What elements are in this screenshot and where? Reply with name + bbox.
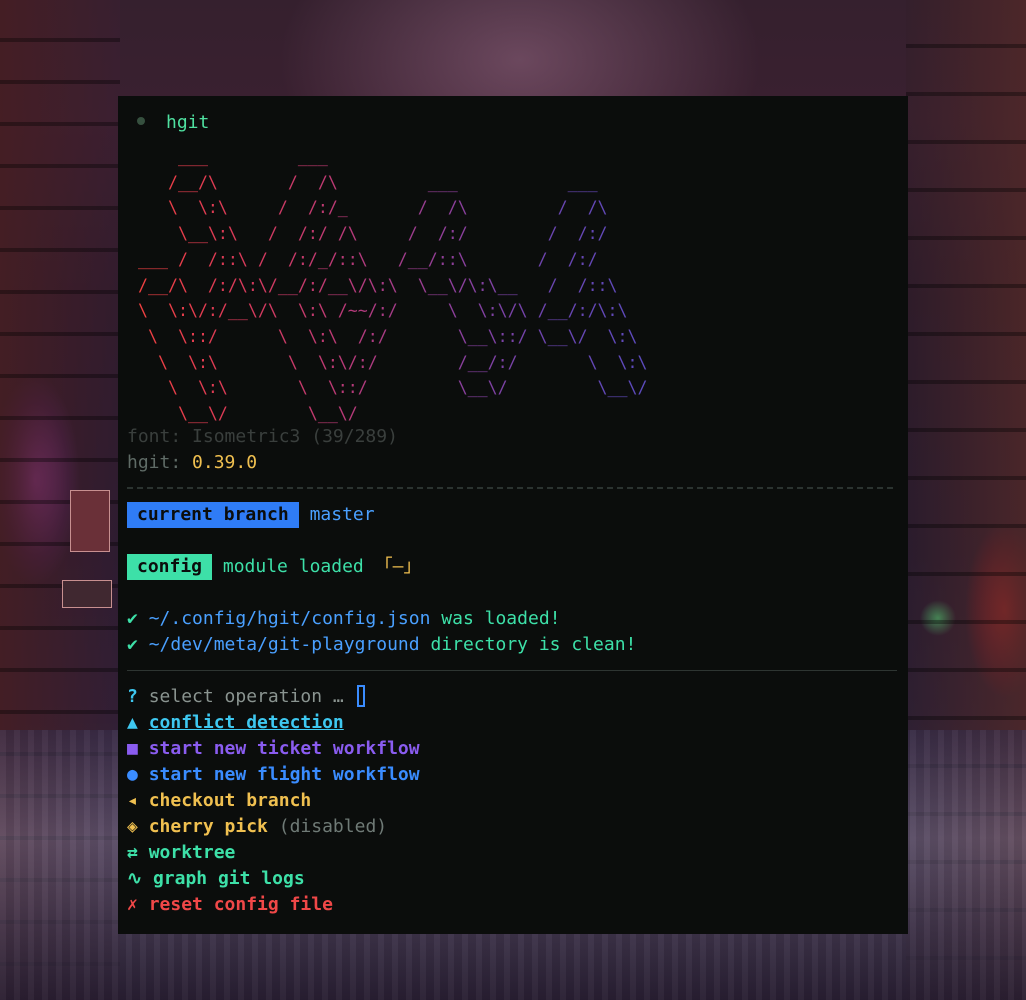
wallpaper-neon-sign [70,490,110,552]
ascii-art-row: \ \:\/:/__\/\ \:\ /~~/:/ \ \:\/\ /__/:/\… [138,301,658,321]
menu-item-icon: ∿ [127,868,143,889]
version-value: 0.39.0 [192,452,258,473]
config-path: ~/.config/hgit/config.json [148,608,431,629]
menu-item-label: reset config file [148,894,333,915]
branch-line: current branch master [127,502,375,528]
wallpaper-shop-sign [62,580,112,608]
ascii-art-row: ___ / /::\ / /:/_/::\ /__/::\ / /:/ [138,249,638,269]
check-line-directory: ✔ ~/dev/meta/git-playground directory is… [127,632,636,658]
menu-item-icon: ◈ [127,816,138,837]
ascii-art-row: ___ ___ [138,147,638,166]
ascii-art-row: /__/\ /:/\:\/__/:/__\/\:\ \__\/\:\__ / /… [138,275,658,295]
window-status-dot-icon [137,117,145,125]
menu-item-label: graph git logs [152,868,305,889]
ascii-art-row: \ \:\ \ \:\/:/ /__/:/ \ \:\ [138,352,658,372]
menu-item-disabled-note: (disabled) [267,816,388,837]
ascii-art-row: \ \:\ / /:/_ / /\ / /\ [138,198,638,218]
ascii-art-row: \__\/ \__\/ [138,404,658,424]
version-key: hgit: [127,452,182,473]
font-label: font: Isometric3 (39/289) [127,426,398,447]
menu-item-icon: ✗ [127,894,138,915]
menu-item-icon: ⇄ [127,842,138,863]
menu-item-graph-git-logs[interactable]: ∿ graph git logs [127,866,305,892]
ascii-art-row: /__/\ / /\ ___ ___ [138,172,638,192]
menu-item-label: conflict detection [148,712,344,733]
directory-path: ~/dev/meta/git-playground [148,634,420,655]
check-message: directory is clean! [419,634,637,655]
menu-item-reset-config-file[interactable]: ✗ reset config file [127,892,333,918]
config-glyph: 「–」 [374,556,422,577]
check-message: was loaded! [430,608,561,629]
menu-item-checkout-branch[interactable]: ◂ checkout branch [127,788,311,814]
operation-prompt[interactable]: ? select operation … [127,684,365,710]
menu-item-label: worktree [148,842,236,863]
ascii-art-row: \__\:\ / /:/ /\ / /:/ / /:/ [138,224,638,244]
menu-item-cherry-pick[interactable]: ◈ cherry pick (disabled) [127,814,387,840]
check-icon: ✔ [127,634,138,655]
menu-item-label: start new ticket workflow [148,738,420,759]
menu-item-start-new-ticket-workflow[interactable]: ■ start new ticket workflow [127,736,420,762]
menu-item-label: checkout branch [148,790,312,811]
check-line-config: ✔ ~/.config/hgit/config.json was loaded! [127,606,561,632]
menu-item-icon: ■ [127,738,138,759]
window-title: hgit [166,112,210,133]
divider-dashed [127,487,893,489]
font-info-line: font: Isometric3 (39/289) [127,424,398,450]
menu-item-label: start new flight workflow [148,764,420,785]
config-status-text: module loaded [222,556,364,577]
divider-solid [127,670,897,671]
branch-label-badge: current branch [127,502,299,528]
ascii-art-banner: ___ ___ /__/\ / /\ ___ ___ \ \:\ / /:/_ … [138,144,658,427]
text-cursor[interactable] [356,685,365,707]
check-icon: ✔ [127,608,138,629]
branch-name: master [309,504,375,525]
menu-item-icon: ◂ [127,790,138,811]
terminal-window[interactable]: hgit ___ ___ /__/\ / /\ ___ ___ \ \:\ / … [118,96,908,934]
config-label-badge: config [127,554,213,580]
menu-item-worktree[interactable]: ⇄ worktree [127,840,235,866]
ascii-art-row: \ \:\ \ \::/ \__\/ \__\/ [138,378,658,398]
menu-item-conflict-detection[interactable]: ▲ conflict detection [127,710,344,736]
config-line: config module loaded 「–」 [127,554,421,580]
ascii-art-row: \ \::/ \ \:\ /:/ \__\::/ \__\/ \:\ [138,326,658,346]
prompt-text: select operation … [148,686,344,707]
menu-item-label: cherry pick [148,816,268,837]
menu-item-start-new-flight-workflow[interactable]: ● start new flight workflow [127,762,420,788]
menu-item-icon: ● [127,764,138,785]
menu-item-icon: ▲ [127,712,138,733]
version-line: hgit: 0.39.0 [127,450,257,476]
question-icon: ? [127,686,138,707]
